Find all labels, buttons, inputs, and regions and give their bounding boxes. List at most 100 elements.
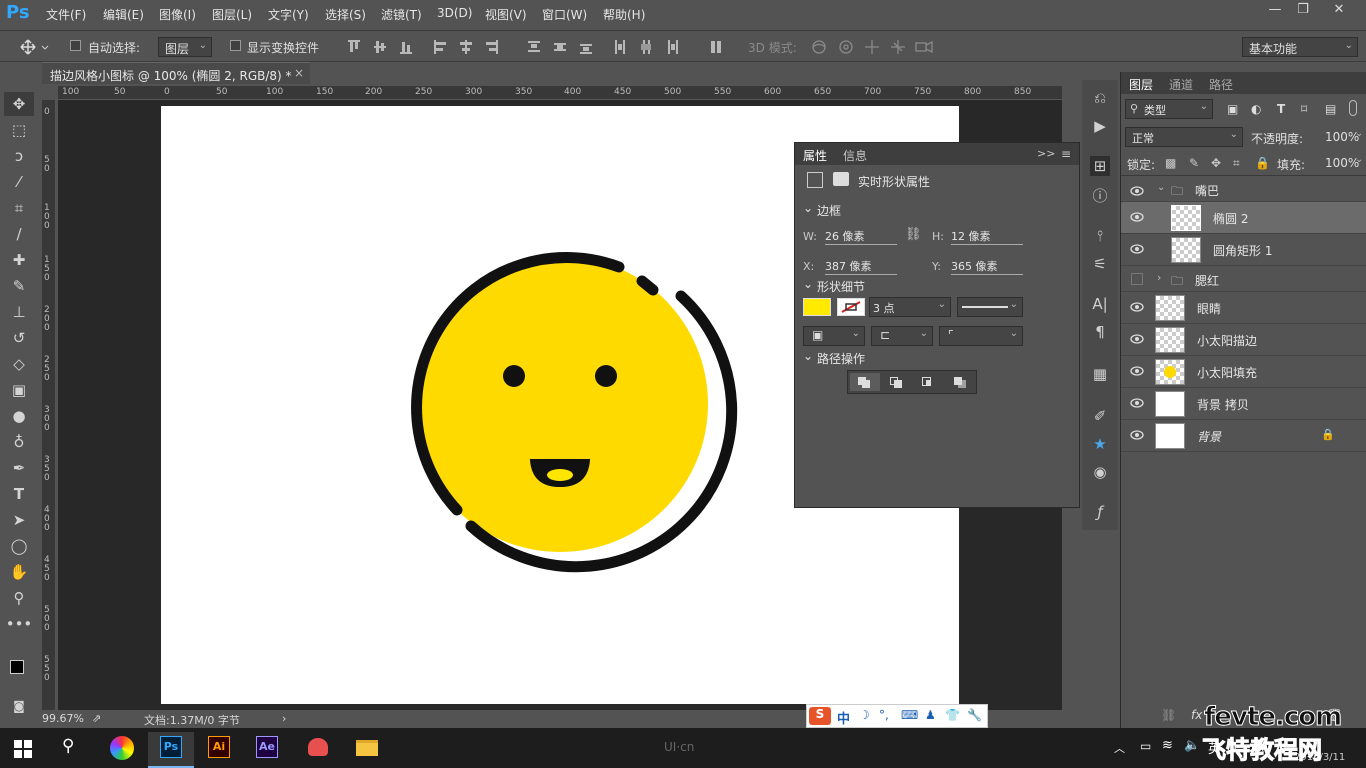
stroke-type-dropdown[interactable]: ⌄ <box>957 297 1023 317</box>
menu-select[interactable]: 选择(S) <box>325 6 366 23</box>
hand-tool-icon[interactable]: ✋ <box>4 560 34 584</box>
properties-panel-icon[interactable]: ⊞ <box>1090 156 1110 176</box>
favorites-star-icon[interactable]: ★ <box>1090 434 1110 454</box>
link-layers-icon[interactable]: ⛓ <box>1161 708 1176 722</box>
search-icon[interactable]: ⚲ <box>62 736 74 756</box>
more-tools-icon[interactable]: ••• <box>4 612 34 636</box>
align-bottom-icon[interactable] <box>400 40 412 54</box>
taskbar-app-photoshop[interactable]: Ps <box>148 732 194 768</box>
chevron-down-icon[interactable]: ⌄ <box>1157 182 1165 193</box>
lasso-tool-icon[interactable]: ↄ <box>4 144 34 168</box>
info-panel-icon[interactable]: ⓘ <box>1090 186 1110 206</box>
quick-mask-icon[interactable]: ◙ <box>4 694 34 718</box>
character-panel-icon[interactable]: A| <box>1090 294 1110 314</box>
chevron-right-icon[interactable]: › <box>1157 271 1161 284</box>
crop-tool-icon[interactable]: ⌗ <box>4 196 34 220</box>
stroke-width-dropdown[interactable]: 3 点 ⌄ <box>869 297 951 317</box>
menu-image[interactable]: 图像(I) <box>159 6 196 23</box>
align-vcenter-icon[interactable] <box>374 40 386 54</box>
eye-icon[interactable] <box>1129 243 1145 255</box>
auto-select-checkbox[interactable] <box>70 40 81 51</box>
link-icon[interactable]: ⛓ <box>905 227 922 242</box>
layer-row[interactable]: 小太阳填充 <box>1121 356 1366 388</box>
dodge-tool-icon[interactable]: ♁ <box>4 430 34 454</box>
minimize-button[interactable]: — <box>1262 2 1288 20</box>
ellipse-tool-icon[interactable]: ◯ <box>4 534 34 558</box>
lock-paint-icon[interactable]: ✎ <box>1189 156 1199 170</box>
wrench-icon[interactable]: 🔧 <box>967 708 982 722</box>
menu-view[interactable]: 视图(V) <box>485 6 527 23</box>
layer-row[interactable]: ⌄ 🗀 嘴巴 <box>1121 176 1366 202</box>
ime-language[interactable]: 中 <box>837 708 850 727</box>
y-field[interactable]: 365 像素 <box>951 258 1023 275</box>
brush-settings-icon[interactable]: ⚟ <box>1090 254 1110 274</box>
gradient-tool-icon[interactable]: ▣ <box>4 378 34 402</box>
layer-row[interactable]: › 🗀 腮红 <box>1121 266 1366 292</box>
close-icon[interactable]: × <box>294 66 304 80</box>
menu-help[interactable]: 帮助(H) <box>603 6 645 23</box>
stroke-color-swatch[interactable] <box>837 298 865 316</box>
status-menu-arrow[interactable]: › <box>282 712 286 725</box>
marquee-tool-icon[interactable]: ⬚ <box>4 118 34 142</box>
filter-smart-object-icon[interactable]: ▤ <box>1325 102 1336 116</box>
type-tool-icon[interactable]: T <box>4 482 34 506</box>
pen-tool-icon[interactable]: ✒ <box>4 456 34 480</box>
filter-pixel-icon[interactable]: ▣ <box>1227 102 1238 116</box>
filter-type-icon[interactable]: T <box>1277 102 1285 116</box>
filter-shape-icon[interactable]: ⌑ <box>1301 102 1307 116</box>
align-hcenter-icon[interactable] <box>460 40 472 54</box>
styles-panel-icon[interactable]: ✐ <box>1090 406 1110 426</box>
eye-icon[interactable] <box>1129 333 1145 345</box>
layer-row[interactable]: 圆角矩形 1 <box>1121 234 1366 266</box>
mask-properties-icon[interactable] <box>833 172 849 186</box>
stroke-align-dropdown[interactable]: ▣ ⌄ <box>803 326 865 346</box>
eye-icon[interactable] <box>1129 429 1145 441</box>
distribute-top-icon[interactable] <box>528 40 540 54</box>
layer-row[interactable]: 背景 拷贝 <box>1121 388 1366 420</box>
zoom-tool-icon[interactable]: ⚲ <box>4 586 34 610</box>
eye-icon[interactable] <box>1129 397 1145 409</box>
brush-tool-icon[interactable]: ✎ <box>4 274 34 298</box>
eyedropper-icon[interactable]: ∕ <box>4 222 34 246</box>
visibility-off-box[interactable] <box>1131 273 1143 285</box>
height-field[interactable]: 12 像素 <box>951 228 1023 245</box>
menu-window[interactable]: 窗口(W) <box>542 6 587 23</box>
layer-row[interactable]: 椭圆 2 <box>1121 202 1366 234</box>
eraser-tool-icon[interactable]: ◇ <box>4 352 34 376</box>
distribute-bottom-icon[interactable] <box>580 40 592 54</box>
user-icon[interactable]: ♟ <box>925 708 936 722</box>
windows-start-icon[interactable] <box>14 740 32 758</box>
collapse-panel-button[interactable]: >> <box>1037 147 1055 160</box>
brush-presets-icon[interactable]: ⫯ <box>1090 226 1110 246</box>
blur-tool-icon[interactable]: ● <box>4 404 34 428</box>
font-plugin-icon[interactable]: ƒ <box>1090 502 1110 522</box>
align-top-icon[interactable] <box>348 40 360 54</box>
menu-file[interactable]: 文件(F) <box>46 6 86 23</box>
panel-menu-icon[interactable]: ≡ <box>1061 147 1071 161</box>
chevron-up-icon[interactable]: ︿ <box>1114 740 1125 756</box>
tab-info[interactable]: 信息 <box>843 147 867 164</box>
chevron-down-icon[interactable]: ⌄ <box>803 349 813 363</box>
stamp-tool-icon[interactable]: ⊥ <box>4 300 34 324</box>
menu-filter[interactable]: 滤镜(T) <box>381 6 422 23</box>
exclude-shapes-icon[interactable] <box>946 373 976 391</box>
history-brush-icon[interactable]: ↺ <box>4 326 34 350</box>
magic-wand-icon[interactable]: ⁄ <box>4 170 34 194</box>
taskbar-app-color-wheel[interactable] <box>98 732 144 768</box>
align-left-icon[interactable] <box>434 40 446 54</box>
skin-icon[interactable]: 👕 <box>945 708 960 722</box>
layer-row[interactable]: 小太阳描边 <box>1121 324 1366 356</box>
align-right-icon[interactable] <box>486 40 498 54</box>
export-icon[interactable]: ⇗ <box>92 712 101 725</box>
stroke-cap-dropdown[interactable]: ⊏ ⌄ <box>871 326 933 346</box>
zoom-level[interactable]: 99.67% <box>42 712 84 725</box>
distribute-right-icon[interactable] <box>666 40 678 54</box>
close-window-button[interactable]: ✕ <box>1326 2 1352 20</box>
taskbar-app-browser[interactable] <box>294 732 340 768</box>
keyboard-icon[interactable]: ⌨ <box>901 708 918 722</box>
menu-layer[interactable]: 图层(L) <box>212 6 252 23</box>
chevron-down-icon[interactable]: ⌄ <box>1355 128 1363 139</box>
tab-layers[interactable]: 图层 <box>1129 76 1153 93</box>
network-icon[interactable]: ▭ <box>1140 739 1151 753</box>
document-tab[interactable]: 描边风格小图标 @ 100% (椭圆 2, RGB/8) * × <box>42 62 310 84</box>
